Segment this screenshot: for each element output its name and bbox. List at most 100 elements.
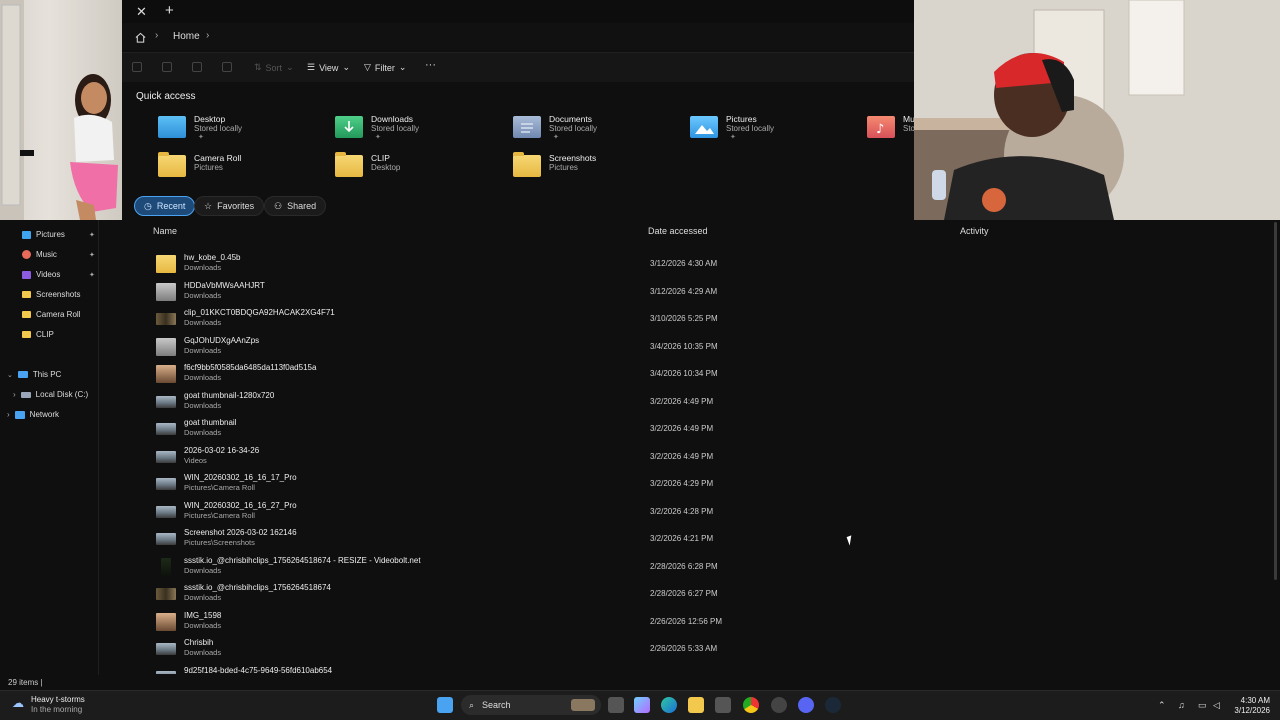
address-bar [122, 23, 914, 50]
file-explorer-icon[interactable] [688, 697, 704, 713]
weather-widget[interactable]: ☁ Heavy t-storms In the morning [12, 695, 85, 715]
table-row[interactable]: Screenshot 2026-03-02 162146 Pictures\Scr… [150, 526, 910, 553]
sidebar-item-camera-roll[interactable]: Camera Roll [22, 310, 80, 319]
view-button[interactable]: ☰ View ⌄ [307, 62, 350, 73]
sidebar-item-clip[interactable]: CLIP [22, 330, 54, 339]
app-icon[interactable] [771, 697, 787, 713]
table-row[interactable]: HDDaVbMWsAAHJRT Downloads 3/12/2026 4:29 A… [150, 279, 910, 306]
quick-access-music[interactable]: ♪ Mu Sto [867, 114, 914, 144]
tab-favorites[interactable]: ☆ Favorites [194, 196, 265, 216]
file-name: HDDaVbMWsAAHJRT [184, 280, 265, 290]
table-row[interactable]: 2026-03-02 16-34-26 Videos 3/2/2026 4:49 P… [150, 444, 910, 471]
date-accessed: 3/2/2026 4:49 PM [650, 424, 714, 433]
volume-icon[interactable]: ◁ [1213, 700, 1220, 711]
file-name: GqJOhUDXgAAnZps [184, 335, 260, 345]
item-name: CLIP [371, 153, 390, 163]
sidebar-item-local-disk[interactable]: › Local Disk (C:) [13, 390, 88, 399]
item-count: 29 items | [8, 678, 43, 687]
item-sub: Stored locally [726, 124, 775, 133]
breadcrumb-home[interactable]: Home [173, 31, 200, 42]
clock-time: 4:30 AM [1240, 696, 1270, 705]
filter-label: Filter [374, 62, 395, 73]
task-view-icon[interactable] [608, 697, 624, 713]
sidebar-item-label: This PC [32, 370, 62, 379]
file-thumbnail-icon [156, 533, 176, 545]
column-header-activity[interactable]: Activity [960, 226, 989, 236]
steam-icon[interactable] [825, 697, 841, 713]
sort-icon: ⇅ [254, 62, 262, 72]
tab-recent[interactable]: ◷ Recent [134, 196, 196, 216]
table-row[interactable]: ssstik.io_@chrisbihclips_1756264518674 Do… [150, 581, 910, 608]
sidebar-item-this-pc[interactable]: ⌄ This PC [7, 370, 61, 379]
table-row[interactable]: Chrisbih Downloads 2/26/2026 5:33 AM [150, 636, 910, 663]
file-name: hw_kobe_0.45b [184, 253, 241, 262]
date-accessed: 3/2/2026 4:21 PM [650, 534, 714, 543]
quick-access-desktop[interactable]: Desktop Stored locally ✦ [158, 114, 318, 144]
sidebar-item-label: Music [36, 250, 57, 259]
quick-access-downloads[interactable]: Downloads Stored locally ✦ [335, 114, 495, 144]
table-row[interactable]: ssstik.io_@chrisbihclips_1756264518674 -… [150, 554, 910, 581]
table-row[interactable]: IMG_1598 Downloads 2/26/2026 12:56 PM [150, 609, 910, 636]
microphone-icon[interactable]: ♫ [1178, 700, 1185, 710]
file-location: Downloads [184, 593, 222, 602]
file-thumbnail-icon [156, 612, 176, 631]
taskbar-search[interactable]: ⌕ Search [461, 695, 601, 715]
quick-access-screenshots[interactable]: Screenshots Pictures [513, 152, 673, 183]
copilot-icon[interactable] [634, 697, 650, 713]
item-sub: Pictures [194, 163, 223, 172]
table-row[interactable]: 9d25f184-bded-4c75-9649-56fd610ab654 [150, 664, 910, 674]
downloads-folder-icon [335, 116, 363, 138]
quick-access-documents[interactable]: Documents Stored locally ✦ [513, 114, 673, 144]
tab-shared[interactable]: ⚇ Shared [264, 196, 327, 216]
quick-access-pictures[interactable]: Pictures Stored locally ✦ [690, 114, 850, 144]
new-tab-icon[interactable]: + [165, 2, 174, 19]
table-row[interactable]: WIN_20260302_16_16_17_Pro Pictures\Camera… [150, 471, 910, 498]
table-row[interactable]: goat thumbnail Downloads 3/2/2026 4:49 PM [150, 416, 910, 443]
close-tab-icon[interactable]: ✕ [136, 4, 147, 20]
column-header-name[interactable]: Name [153, 226, 177, 236]
sidebar-item-network[interactable]: › Network [7, 410, 59, 419]
tab-label: Shared [287, 201, 317, 211]
file-thumbnail-icon [156, 670, 176, 674]
table-row[interactable]: goat thumbnail-1280x720 Downloads 3/2/2026… [150, 389, 910, 416]
sidebar-item-screenshots[interactable]: Screenshots [22, 290, 80, 299]
file-name: ssstik.io_@chrisbihclips_1756264518674 -… [184, 555, 421, 565]
edge-icon[interactable] [661, 697, 677, 713]
search-highlight-icon [571, 699, 595, 711]
chrome-icon[interactable] [743, 697, 759, 713]
file-thumbnail-icon [156, 505, 176, 518]
store-icon[interactable] [715, 697, 731, 713]
delete-icon [222, 62, 232, 72]
table-row[interactable]: f6cf9bb5f0585da6485da113f0ad515a Download… [150, 361, 910, 388]
start-windows-icon[interactable] [437, 697, 453, 713]
file-name: Screenshot 2026-03-02 162146 [184, 528, 297, 537]
breadcrumb-chevron-icon[interactable]: › [206, 30, 209, 41]
more-options-button[interactable]: ··· [425, 59, 436, 71]
sidebar-item-videos[interactable]: Videos [22, 270, 60, 279]
computer-icon [17, 371, 28, 378]
table-row[interactable]: GqJOhUDXgAAnZps Downloads 3/4/2026 10:35 P… [150, 334, 910, 361]
table-row[interactable]: clip_01KKCT0BDQGA92HACAK2XG4F71 Downloads… [150, 306, 910, 333]
screen: ✕ + › Home › ⇅ Sort ⌄ ☰ View ⌄ ▽ Filter … [0, 0, 1280, 720]
sort-button[interactable]: ⇅ Sort ⌄ [254, 62, 294, 73]
file-thumbnail-icon [156, 478, 176, 490]
chevron-up-icon[interactable]: ⌃ [1158, 700, 1166, 711]
discord-icon[interactable] [798, 697, 814, 713]
search-icon: ⌕ [469, 699, 475, 710]
quick-access-camera-roll[interactable]: Camera Roll Pictures [158, 152, 318, 183]
filter-icon: ▽ [364, 62, 371, 72]
table-row[interactable]: hw_kobe_0.45b Downloads 3/12/2026 4:30 AM [150, 251, 910, 278]
filter-button[interactable]: ▽ Filter ⌄ [364, 62, 406, 73]
sidebar-item-pictures[interactable]: Pictures [22, 230, 65, 239]
vertical-scrollbar[interactable] [1274, 222, 1277, 580]
sidebar-item-music[interactable]: Music [22, 250, 57, 259]
sidebar-item-label: Screenshots [36, 290, 81, 299]
column-header-date[interactable]: Date accessed [648, 226, 708, 236]
file-thumbnail-icon [156, 395, 176, 408]
network-status-icon[interactable]: ▭ [1198, 700, 1207, 711]
quick-access-clip[interactable]: CLIP Desktop [335, 152, 495, 183]
table-row[interactable]: WIN_20260302_16_16_27_Pro Pictures\Camera… [150, 499, 910, 526]
clock[interactable]: 4:30 AM 3/12/2026 [1228, 696, 1270, 716]
date-accessed: 3/4/2026 10:34 PM [650, 369, 718, 378]
home-icon[interactable] [135, 30, 146, 48]
